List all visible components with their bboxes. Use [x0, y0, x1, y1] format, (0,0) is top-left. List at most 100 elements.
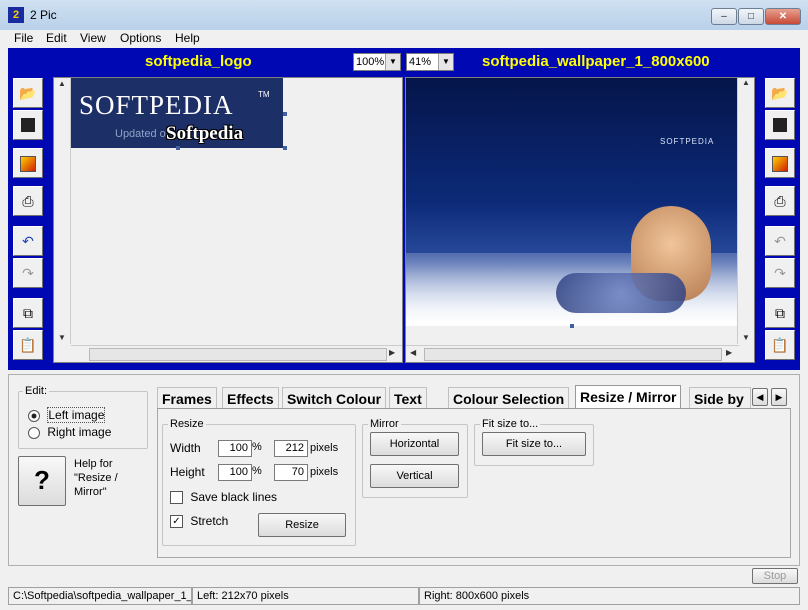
left-image-view[interactable]: ▲ ▼ SOFTPEDIA TM Updated o Softpedia ▶	[53, 77, 403, 363]
stretch-label: Stretch	[190, 514, 229, 528]
stop-button[interactable]: Stop	[752, 568, 798, 584]
height-pixels-input[interactable]: 70	[274, 464, 308, 481]
tab-colour-selection[interactable]: Colour Selection	[448, 387, 570, 409]
save-left-button[interactable]	[13, 110, 43, 140]
width-percent-input[interactable]: 100	[218, 440, 252, 457]
logo-subtitle: Updated o	[115, 128, 166, 140]
radio-checked-icon	[28, 409, 40, 422]
save-right-button[interactable]	[765, 110, 795, 140]
save-black-lines-label: Save black lines	[190, 490, 278, 504]
close-button[interactable]: ✕	[765, 8, 801, 25]
resize-button[interactable]: Resize	[258, 513, 346, 537]
colour-icon	[772, 156, 788, 172]
width-pixels-unit: pixels	[310, 442, 339, 454]
app-icon: 2	[8, 7, 24, 23]
scroll-down-icon: ▼	[742, 333, 750, 342]
help-button[interactable]: ?	[18, 456, 66, 506]
maximize-button[interactable]: □	[738, 8, 764, 25]
tab-effects[interactable]: Effects	[222, 387, 279, 409]
window-title: 2 Pic	[30, 8, 57, 22]
status-path: C:\Softpedia\softpedia_wallpaper_1_	[8, 587, 192, 605]
colour-right-button[interactable]	[765, 148, 795, 178]
floppy-icon	[21, 118, 35, 132]
tab-switch-colour[interactable]: Switch Colour	[282, 387, 387, 409]
height-percent-input[interactable]: 100	[218, 464, 252, 481]
folder-open-icon: 📂	[19, 85, 37, 101]
right-image-view[interactable]: SOFTPEDIA ▲ ▼ ◀ ▶	[405, 77, 755, 363]
undo-right-button[interactable]: ↶	[765, 226, 795, 256]
left-image-radio-label: Left image	[47, 407, 106, 423]
paste-right-button[interactable]: 📋	[765, 330, 795, 360]
minimize-button[interactable]: –	[711, 8, 737, 25]
left-horizontal-scrollbar[interactable]: ▶	[71, 345, 402, 362]
menu-edit[interactable]: Edit	[46, 31, 67, 45]
open-left-button[interactable]: 📂	[13, 78, 43, 108]
mirror-horizontal-button[interactable]: Horizontal	[370, 432, 459, 456]
left-image-canvas[interactable]: SOFTPEDIA TM Updated o Softpedia	[71, 78, 283, 148]
colour-left-button[interactable]	[13, 148, 43, 178]
left-zoom-select[interactable]: 100% ▼	[353, 53, 401, 71]
image-workspace: softpedia_logo 100% ▼ 41% ▼ softpedia_wall…	[8, 48, 800, 370]
paste-left-button[interactable]: 📋	[13, 330, 43, 360]
menu-view[interactable]: View	[80, 31, 106, 45]
tab-frames[interactable]: Frames	[157, 387, 217, 409]
printer-icon: ⎙	[22, 193, 34, 209]
left-image-radio[interactable]: Left image	[28, 407, 106, 423]
menu-options[interactable]: Options	[120, 31, 161, 45]
left-vertical-scrollbar[interactable]: ▲ ▼	[54, 78, 71, 344]
edit-group-label: Edit:	[23, 385, 50, 397]
left-scroll-thumb[interactable]	[89, 348, 387, 361]
title-bar[interactable]: 2 2 Pic – □ ✕	[0, 0, 808, 31]
width-percent-unit: %	[252, 441, 262, 453]
stretch-checkbox[interactable]: ✓ Stretch	[170, 514, 229, 529]
menu-file[interactable]: File	[14, 31, 33, 45]
copy-right-button[interactable]: ⧉	[765, 298, 795, 328]
status-right-size: Right: 800x600 pixels	[419, 587, 800, 605]
tab-scroll-left-button[interactable]: ◀	[752, 388, 768, 406]
print-right-button[interactable]: ⎙	[765, 186, 795, 216]
copy-left-button[interactable]: ⧉	[13, 298, 43, 328]
right-horizontal-scrollbar[interactable]: ◀ ▶	[406, 345, 739, 362]
tab-side-by[interactable]: Side by	[689, 387, 751, 409]
arrow-left-icon: ◀	[756, 392, 764, 402]
menu-bar: File Edit View Options Help	[0, 30, 808, 48]
left-image-name: softpedia_logo	[145, 53, 252, 70]
right-vertical-scrollbar[interactable]: ▲ ▼	[737, 78, 754, 344]
status-left-size: Left: 212x70 pixels	[192, 587, 419, 605]
checkbox-checked-icon: ✓	[170, 515, 183, 529]
height-label: Height	[170, 465, 205, 479]
right-image-name: softpedia_wallpaper_1_800x600	[482, 53, 710, 70]
radio-unchecked-icon	[28, 426, 40, 439]
redo-right-button[interactable]: ↷	[765, 258, 795, 288]
tab-resize-mirror[interactable]: Resize / Mirror	[575, 385, 682, 409]
resize-handle[interactable]	[176, 146, 180, 150]
redo-left-button[interactable]: ↷	[13, 258, 43, 288]
tab-scroll-right-button[interactable]: ▶	[771, 388, 787, 406]
resize-handle[interactable]	[283, 112, 287, 116]
undo-left-button[interactable]: ↶	[13, 226, 43, 256]
right-image-radio[interactable]: Right image	[28, 425, 111, 439]
resize-handle[interactable]	[283, 146, 287, 150]
fit-size-button[interactable]: Fit size to...	[482, 432, 586, 456]
scroll-up-icon: ▲	[742, 78, 750, 87]
right-image-canvas[interactable]: SOFTPEDIA	[406, 78, 738, 326]
print-left-button[interactable]: ⎙	[13, 186, 43, 216]
mirror-vertical-button[interactable]: Vertical	[370, 464, 459, 488]
printer-icon: ⎙	[774, 193, 786, 209]
menu-help[interactable]: Help	[175, 31, 200, 45]
resize-group-label: Resize	[168, 418, 206, 430]
right-scroll-thumb[interactable]	[424, 348, 722, 361]
scroll-right-icon: ▶	[389, 348, 396, 357]
chevron-down-icon: ▼	[438, 54, 453, 70]
width-pixels-input[interactable]: 212	[274, 440, 308, 457]
resize-handle[interactable]	[570, 324, 574, 328]
wallpaper-logo: SOFTPEDIA	[660, 137, 715, 146]
tab-text[interactable]: Text	[389, 387, 427, 409]
right-zoom-value: 41%	[409, 56, 432, 68]
right-zoom-select[interactable]: 41% ▼	[406, 53, 454, 71]
save-black-lines-checkbox[interactable]: Save black lines	[170, 490, 278, 505]
width-label: Width	[170, 441, 201, 455]
open-right-button[interactable]: 📂	[765, 78, 795, 108]
mirror-group-label: Mirror	[368, 418, 401, 430]
checkbox-unchecked-icon	[170, 491, 183, 505]
